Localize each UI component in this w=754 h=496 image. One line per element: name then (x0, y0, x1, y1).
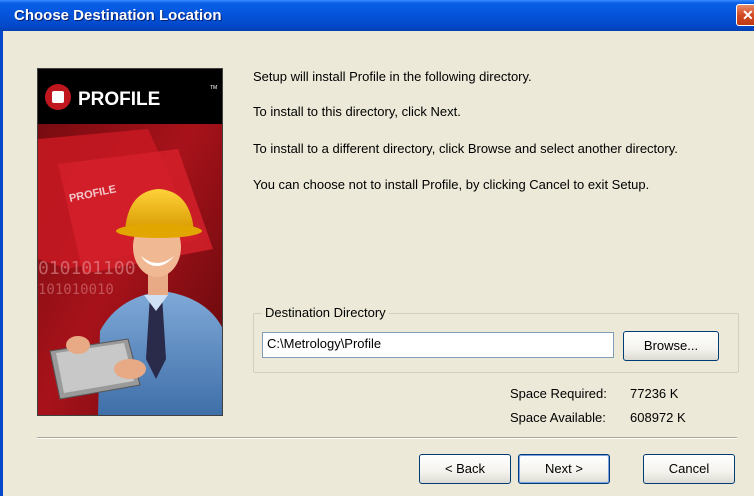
browse-button[interactable]: Browse... (623, 331, 719, 361)
product-artwork: PROFILE TM PROFILE 010101100 101010010 (37, 68, 223, 416)
close-icon: ✕ (742, 7, 754, 23)
space-required-value: 77236 K (630, 386, 679, 401)
window-title: Choose Destination Location (14, 7, 222, 24)
title-bar[interactable]: Choose Destination Location ✕ (0, 0, 754, 31)
artwork-image: PROFILE TM PROFILE 010101100 101010010 (38, 69, 222, 415)
destination-group-label: Destination Directory (262, 305, 389, 320)
space-available-value: 608972 K (630, 410, 686, 425)
info-text-click-next: To install to this directory, click Next… (253, 104, 461, 119)
info-text-click-browse: To install to a different directory, cli… (253, 141, 678, 156)
setup-window: Choose Destination Location ✕ PROFILE TM… (0, 0, 754, 496)
brand-logo-text: PROFILE (78, 89, 160, 110)
cancel-button[interactable]: Cancel (643, 454, 735, 484)
button-separator (37, 437, 737, 439)
binary-text-2: 101010010 (38, 282, 114, 298)
destination-path-field[interactable]: C:\Metrology\Profile (262, 332, 614, 358)
info-text-install-dir: Setup will install Profile in the follow… (253, 69, 532, 84)
next-button[interactable]: Next > (518, 454, 610, 484)
window-frame (0, 31, 3, 496)
space-available-label: Space Available: (510, 410, 606, 425)
back-button[interactable]: < Back (419, 454, 511, 484)
trademark-mark: TM (210, 85, 217, 91)
info-text-cancel: You can choose not to install Profile, b… (253, 177, 650, 192)
binary-text-1: 010101100 (38, 258, 136, 279)
space-required-label: Space Required: (510, 386, 607, 401)
close-button[interactable]: ✕ (736, 4, 754, 26)
